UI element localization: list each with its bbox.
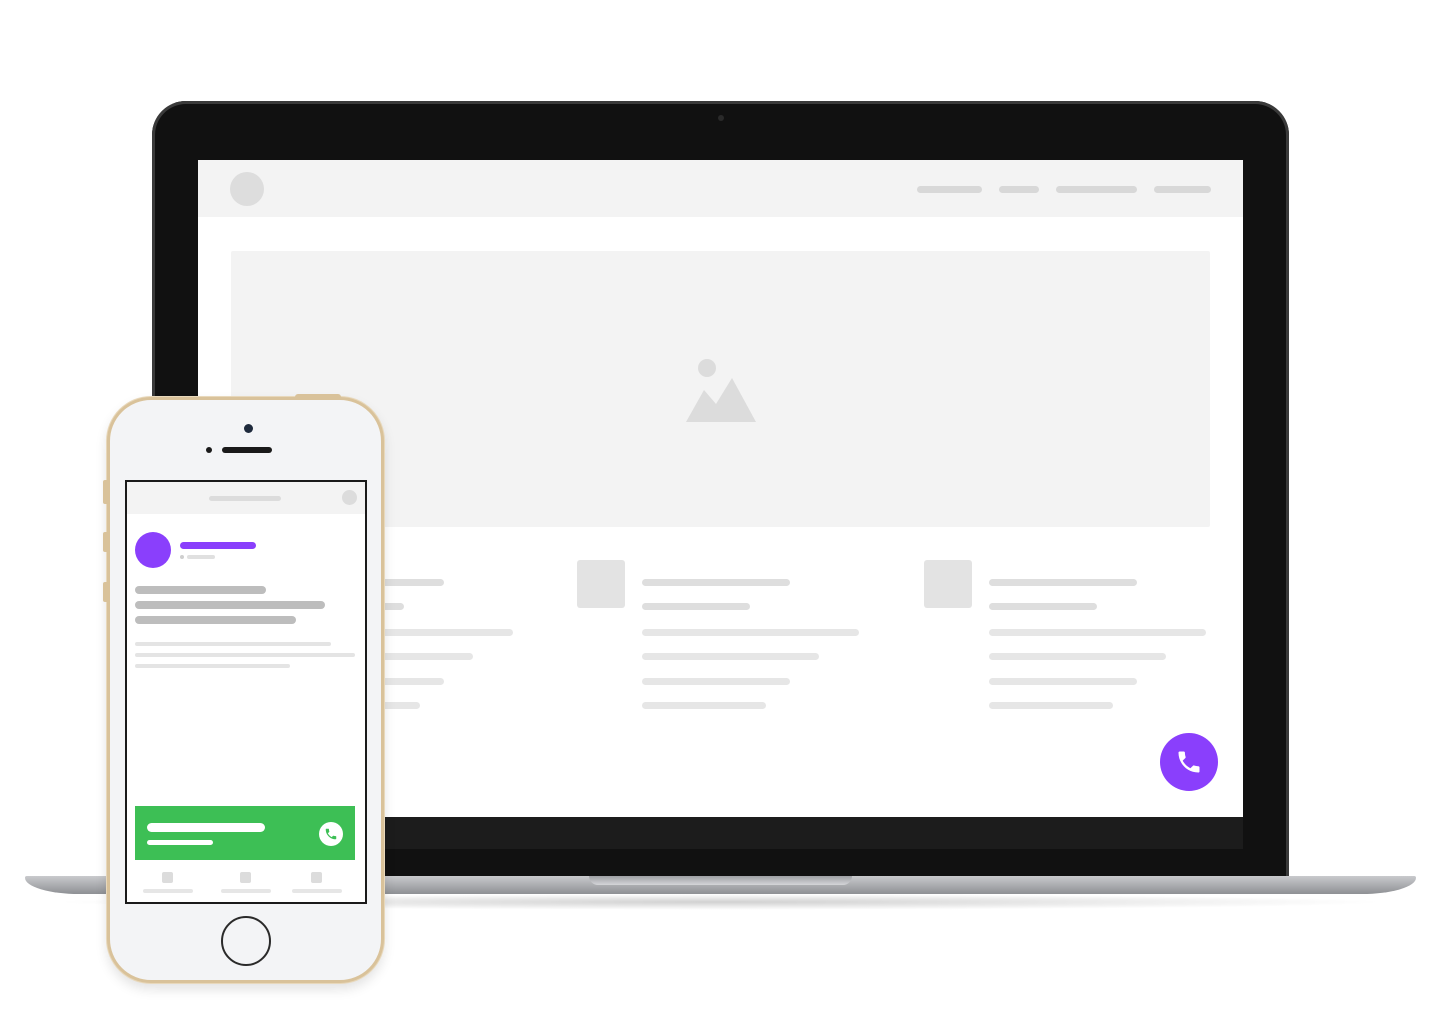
feature-2-subtitle	[642, 603, 750, 610]
tab-2-icon	[240, 872, 251, 883]
nav-item-4[interactable]	[1154, 186, 1211, 193]
image-placeholder-icon	[686, 359, 756, 422]
tab-3-icon	[311, 872, 322, 883]
web-header	[198, 160, 1243, 217]
nav-item-1[interactable]	[917, 186, 982, 193]
call-now-button[interactable]	[135, 806, 355, 860]
message-text-line	[135, 653, 355, 657]
avatar[interactable]	[135, 532, 171, 568]
laptop-camera	[718, 115, 724, 121]
tab-3[interactable]	[292, 870, 342, 895]
feature-2-text-line	[642, 629, 859, 636]
contact-status	[187, 555, 215, 559]
contact-name	[180, 542, 256, 549]
tab-3-label	[292, 889, 342, 893]
message-text-line	[135, 642, 331, 646]
mobile-header-title	[209, 496, 281, 501]
phone-mute-switch	[103, 480, 108, 504]
tab-1-label	[143, 889, 193, 893]
phone-icon	[319, 822, 343, 846]
call-button[interactable]	[1160, 733, 1218, 791]
feature-3-text-line	[989, 629, 1206, 636]
smartphone	[103, 394, 384, 983]
mobile-header	[127, 482, 365, 514]
feature-3-subtitle	[989, 603, 1097, 610]
feature-2-icon	[577, 560, 625, 608]
nav-item-2[interactable]	[999, 186, 1039, 193]
proximity-sensor	[206, 447, 212, 453]
mobile-header-menu-icon[interactable]	[342, 490, 357, 505]
call-button-label	[147, 823, 265, 832]
phone-power-button	[295, 394, 341, 399]
nav-item-3[interactable]	[1056, 186, 1137, 193]
device-mockup-stage	[0, 0, 1440, 1024]
message-heading-line	[135, 586, 266, 594]
feature-3-icon	[924, 560, 972, 608]
tab-2-label	[221, 889, 271, 893]
laptop-trackpad-notch	[589, 876, 852, 885]
message-text-line	[135, 664, 290, 668]
phone-volume-down	[103, 582, 108, 602]
tab-1[interactable]	[143, 870, 193, 895]
phone-volume-up	[103, 532, 108, 552]
logo-placeholder-icon[interactable]	[230, 172, 264, 206]
feature-3-text-line	[989, 678, 1137, 685]
status-dot-icon	[180, 555, 184, 559]
phone-screen	[125, 480, 367, 904]
home-button[interactable]	[221, 916, 271, 966]
earpiece-speaker	[222, 447, 272, 453]
feature-2-text-line	[642, 678, 790, 685]
feature-2-title	[642, 579, 790, 586]
feature-2-text-line	[642, 702, 766, 709]
phone-icon	[1178, 751, 1200, 773]
tab-2[interactable]	[221, 870, 271, 895]
feature-3-title	[989, 579, 1137, 586]
message-heading-line	[135, 616, 296, 624]
feature-3-text-line	[989, 702, 1113, 709]
tab-1-icon	[162, 872, 173, 883]
front-camera	[244, 424, 253, 433]
feature-3-text-line	[989, 653, 1166, 660]
feature-2-text-line	[642, 653, 819, 660]
call-button-sublabel	[147, 840, 213, 845]
message-heading-line	[135, 601, 325, 609]
